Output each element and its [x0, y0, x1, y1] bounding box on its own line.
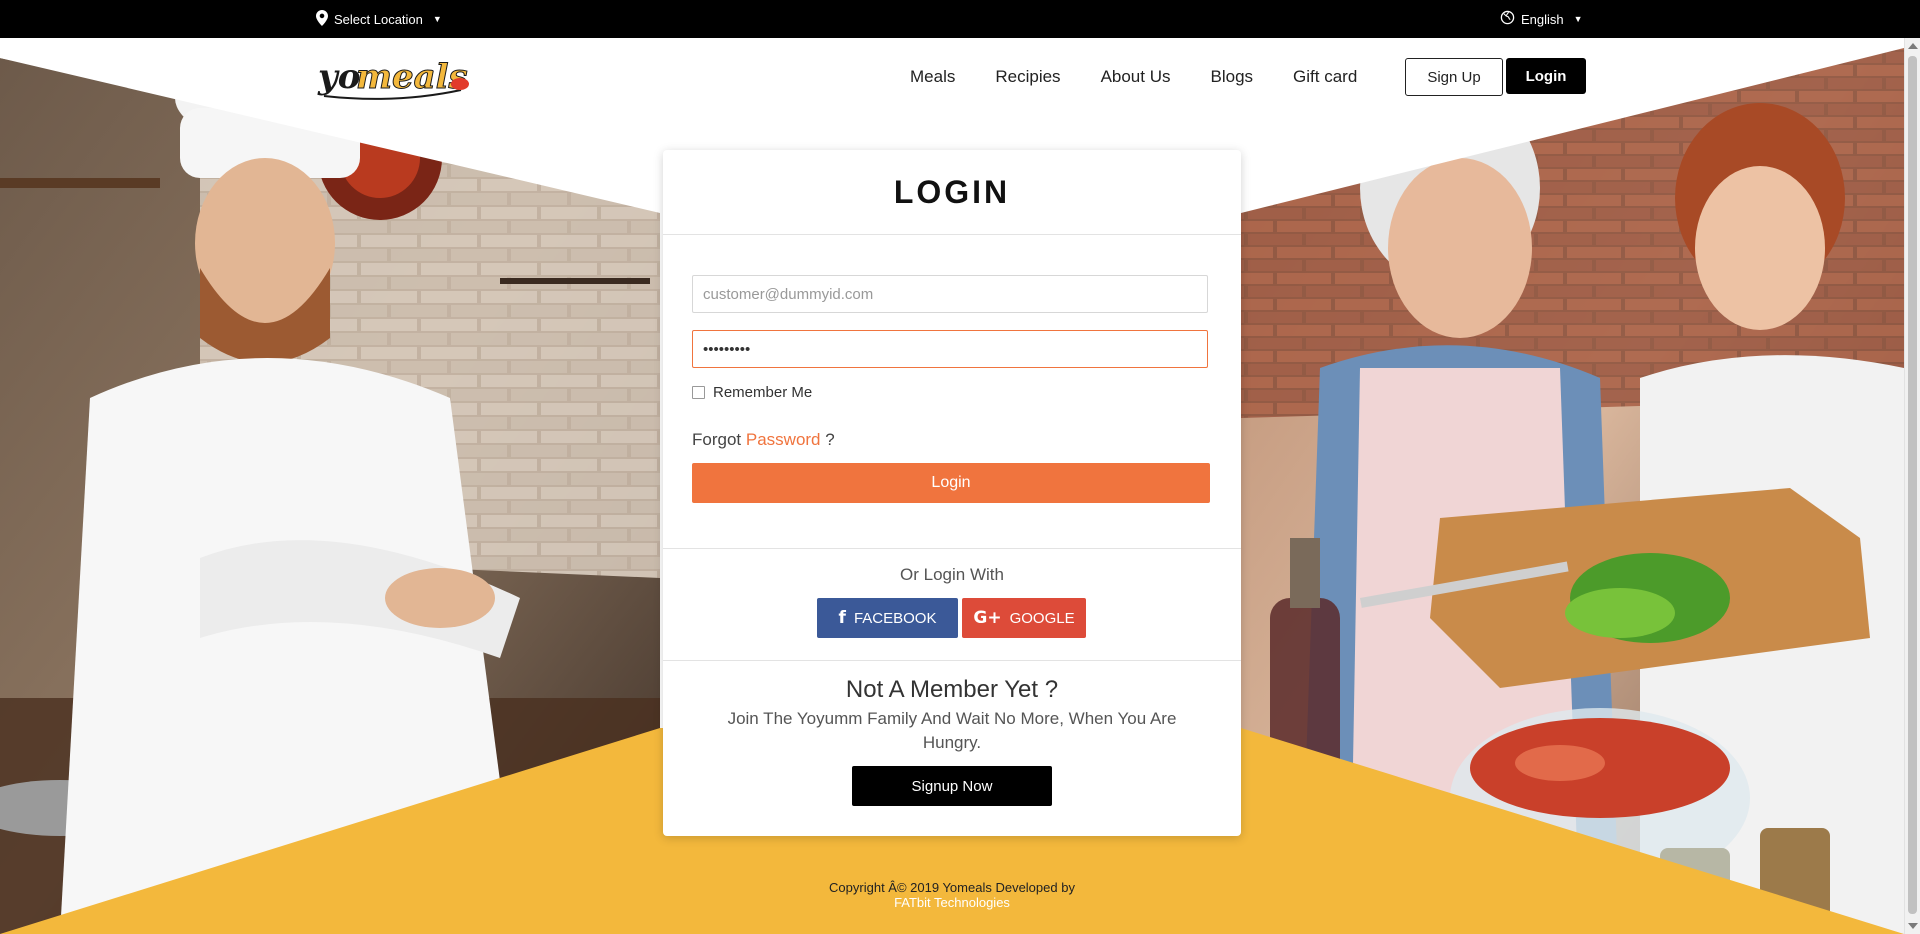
login-card: LOGIN Remember Me Forgot Password ? Logi… [663, 150, 1241, 836]
facebook-icon: f [838, 608, 846, 628]
nav-item-gift-card[interactable]: Gift card [1293, 67, 1357, 87]
chevron-down-icon: ▼ [1573, 14, 1583, 24]
globe-icon [1500, 10, 1515, 28]
forgot-password: Forgot Password ? [692, 430, 835, 450]
remember-me-checkbox[interactable] [692, 386, 705, 399]
or-login-with-label: Or Login With [900, 565, 1004, 584]
google-login-button[interactable]: G+ GOOGLE [962, 598, 1086, 638]
map-pin-icon [316, 9, 328, 29]
password-field[interactable] [692, 330, 1208, 368]
chevron-down-icon: ▼ [432, 14, 442, 24]
scroll-up-icon[interactable] [1908, 43, 1918, 49]
nav-item-blogs[interactable]: Blogs [1211, 67, 1254, 87]
select-location-label: Select Location [334, 11, 423, 27]
divider [663, 660, 1241, 661]
nav-item-recipies[interactable]: Recipies [995, 67, 1060, 87]
login-button[interactable]: Login [692, 463, 1210, 503]
logo-text-yo: yo [317, 57, 360, 97]
google-plus-icon: G+ [973, 608, 1002, 628]
email-field[interactable] [692, 275, 1208, 313]
language-dropdown[interactable]: English ▼ [1500, 0, 1583, 38]
page-scrollbar[interactable] [1904, 38, 1920, 934]
scroll-down-icon[interactable] [1908, 923, 1918, 929]
not-member-title: Not A Member Yet ? [845, 676, 1059, 703]
nav-item-meals[interactable]: Meals [910, 67, 955, 87]
remember-me-label: Remember Me [713, 384, 813, 401]
facebook-login-button[interactable]: f FACEBOOK [817, 598, 958, 638]
yomeals-logo[interactable]: yo meals [316, 40, 476, 112]
footer: Copyright Â© 2019 Yomeals Developed by F… [700, 880, 1204, 910]
forgot-prefix: Forgot [692, 430, 742, 449]
signup-now-button[interactable]: Signup Now [852, 766, 1052, 806]
login-nav-button[interactable]: Login [1506, 58, 1586, 94]
remember-me: Remember Me [692, 384, 812, 401]
nav-item-about-us[interactable]: About Us [1101, 67, 1171, 87]
forgot-suffix: ? [825, 430, 835, 449]
select-location-dropdown[interactable]: Select Location ▼ [316, 0, 442, 38]
developer-link[interactable]: FATbit Technologies [700, 895, 1204, 910]
language-label: English [1521, 11, 1564, 27]
forgot-password-link[interactable]: Password [746, 430, 821, 449]
scroll-thumb[interactable] [1908, 56, 1917, 914]
logo-text-meals: meals [356, 57, 468, 97]
main-nav: Meals Recipies About Us Blogs Gift card [910, 58, 1397, 96]
copyright-text: Copyright Â© 2019 Yomeals Developed by [829, 880, 1075, 895]
not-member-text: Join The Yoyumm Family And Wait No More,… [727, 709, 1177, 752]
sign-up-button[interactable]: Sign Up [1405, 58, 1503, 96]
top-bar: Select Location ▼ English ▼ [0, 0, 1920, 38]
google-label: GOOGLE [1009, 609, 1075, 627]
divider [663, 548, 1241, 549]
facebook-label: FACEBOOK [853, 609, 937, 627]
login-title: LOGIN [663, 150, 1241, 235]
